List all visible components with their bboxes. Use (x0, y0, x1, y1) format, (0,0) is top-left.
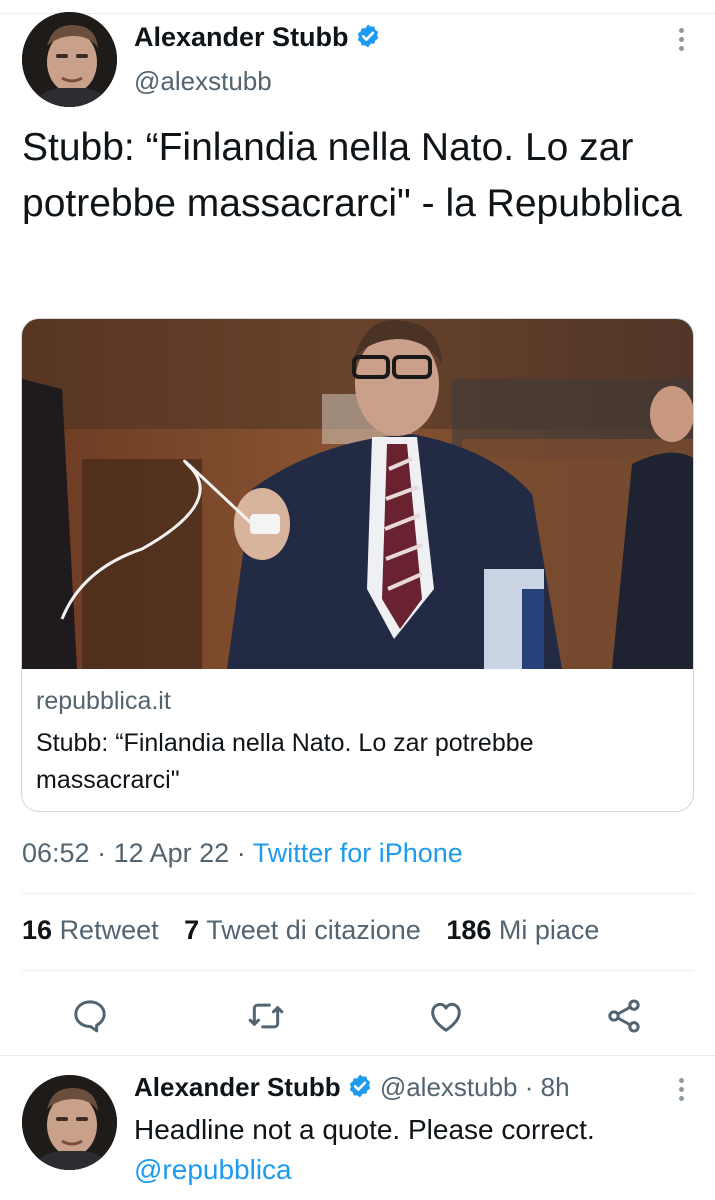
tweet-text: Stubb: “Finlandia nella Nato. Lo zar pot… (22, 126, 682, 225)
quote-tweets-stat[interactable]: 7 Tweet di citazione (184, 915, 421, 945)
top-divider (0, 0, 715, 14)
divider (22, 893, 694, 894)
link-card[interactable]: repubblica.it Stubb: “Finlandia nella Na… (21, 318, 694, 812)
tweet-date: 12 Apr 22 (113, 838, 230, 868)
tweet-source-link[interactable]: Twitter for iPhone (253, 838, 463, 868)
reply-header: Alexander Stubb @alexstubb · 8h (134, 1072, 570, 1103)
reply-text: Headline not a quote. Please correct. @r… (134, 1110, 694, 1190)
verified-badge-icon (349, 1074, 370, 1098)
meta-separator: · (97, 838, 107, 868)
tweet-time: 06:52 (22, 838, 90, 868)
likes-stat[interactable]: 186 Mi piace (446, 915, 599, 945)
reply-button[interactable] (70, 996, 110, 1036)
tweet-separator (0, 1055, 715, 1056)
reply-time[interactable]: 8h (541, 1072, 570, 1102)
divider (22, 970, 694, 971)
more-options-icon[interactable] (674, 28, 688, 58)
like-button[interactable] (426, 996, 466, 1036)
reply-mention-link[interactable]: @repubblica (134, 1150, 694, 1190)
reply-body: Headline not a quote. Please correct. (134, 1114, 595, 1145)
reply-author-name[interactable]: Alexander Stubb (134, 1072, 341, 1102)
verified-badge-icon (357, 24, 378, 48)
share-button[interactable] (604, 996, 644, 1036)
share-icon (608, 999, 640, 1033)
retweets-stat[interactable]: 16 Retweet (22, 915, 159, 945)
retweet-icon (248, 1003, 284, 1029)
card-title: Stubb: “Finlandia nella Nato. Lo zar pot… (36, 729, 534, 794)
meta-separator: · (236, 838, 246, 868)
card-image (22, 319, 693, 669)
retweet-button[interactable] (246, 996, 286, 1036)
reply-icon (74, 1000, 106, 1033)
reply-author-handle[interactable]: @alexstubb (380, 1072, 518, 1102)
tweet-stats: 16 Retweet 7 Tweet di citazione 186 Mi p… (22, 915, 617, 946)
author-handle[interactable]: @alexstubb (134, 66, 272, 97)
reply-more-options-icon[interactable] (674, 1078, 688, 1108)
like-icon (431, 1002, 461, 1032)
meta-separator: · (524, 1072, 534, 1102)
card-domain: repubblica.it (36, 687, 171, 715)
author-name[interactable]: Alexander Stubb (134, 22, 381, 53)
tweet-meta: 06:52 · 12 Apr 22 · Twitter for iPhone (22, 838, 463, 869)
author-avatar[interactable] (22, 12, 117, 107)
avatar-image (22, 1075, 117, 1170)
avatar-image (22, 12, 117, 107)
reply-author-avatar[interactable] (22, 1075, 117, 1170)
